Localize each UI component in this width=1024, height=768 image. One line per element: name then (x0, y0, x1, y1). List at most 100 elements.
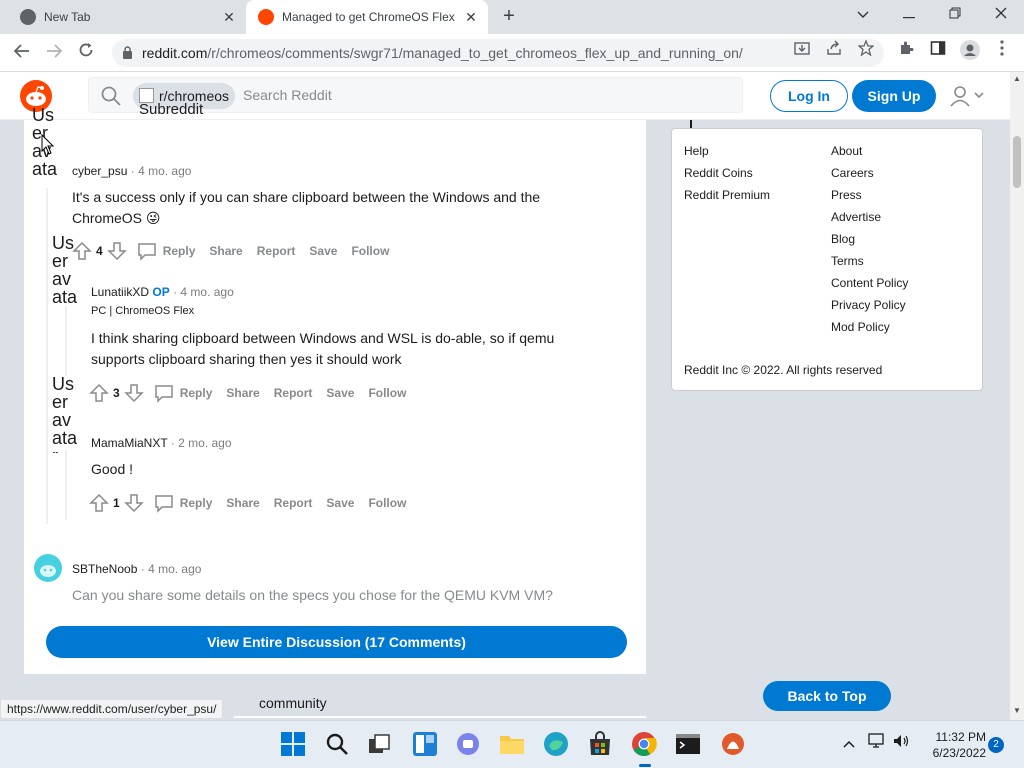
follow-button[interactable]: Follow (368, 496, 406, 510)
file-explorer-icon[interactable] (499, 731, 525, 757)
link-about[interactable]: About (831, 144, 862, 158)
tab-new-tab[interactable]: New Tab ✕ (0, 0, 246, 34)
mouse-cursor-icon (41, 134, 54, 155)
view-entire-discussion-button[interactable]: View Entire Discussion (17 Comments) (46, 626, 627, 658)
avatar[interactable] (34, 554, 62, 582)
notification-badge[interactable]: 2 (988, 737, 1004, 753)
report-button[interactable]: Report (257, 244, 296, 258)
app-icon[interactable] (720, 731, 746, 757)
minimize-icon[interactable] (886, 0, 932, 30)
terminal-icon[interactable] (675, 731, 701, 757)
comment-time[interactable]: 4 mo. ago (148, 562, 201, 576)
restore-icon[interactable] (932, 0, 978, 30)
downvote-icon[interactable] (123, 383, 144, 403)
chevron-down-icon[interactable] (840, 0, 886, 30)
comment-author[interactable]: LunatiikXD (91, 285, 149, 299)
comment-author[interactable]: cyber_psu (72, 164, 127, 178)
install-app-icon[interactable] (790, 40, 814, 64)
comment-author[interactable]: SBTheNoob (72, 562, 137, 576)
link-reddit-premium[interactable]: Reddit Premium (684, 188, 770, 202)
system-clock[interactable]: 11:32 PM 6/23/2022 (916, 729, 986, 761)
upvote-icon[interactable] (89, 383, 109, 403)
copyright-text: Reddit Inc © 2022. All rights reserved (684, 363, 883, 377)
scrollbar-thumb[interactable] (1013, 136, 1021, 188)
signup-button[interactable]: Sign Up (852, 80, 936, 112)
windows-taskbar: 11:32 PM 6/23/2022 2 (0, 720, 1024, 768)
follow-button[interactable]: Follow (351, 244, 389, 258)
share-button[interactable]: Share (209, 244, 242, 258)
reddit-header: r/chromeos Subreddit Icon Search Reddit … (0, 72, 1010, 134)
close-icon[interactable]: ✕ (460, 9, 482, 26)
link-terms[interactable]: Terms (831, 254, 864, 268)
profile-icon[interactable] (958, 40, 982, 64)
link-press[interactable]: Press (831, 188, 862, 202)
share-icon[interactable] (822, 40, 846, 64)
extensions-icon[interactable] (894, 40, 918, 64)
volume-icon[interactable] (892, 733, 910, 752)
comment-time[interactable]: 4 mo. ago (180, 285, 233, 299)
downvote-icon[interactable] (123, 493, 144, 513)
link-content-policy[interactable]: Content Policy (831, 276, 908, 290)
link-blog[interactable]: Blog (831, 232, 855, 246)
bookmark-star-icon[interactable] (854, 39, 878, 64)
link-advertise[interactable]: Advertise (831, 210, 881, 224)
tab-reddit-post[interactable]: Managed to get ChromeOS Flex ✕ (246, 0, 488, 34)
comment-body: Can you share some details on the specs … (72, 587, 553, 603)
chrome-icon[interactable] (631, 731, 657, 757)
search-icon[interactable] (324, 731, 350, 757)
reply-button[interactable]: Reply (154, 493, 212, 513)
save-button[interactable]: Save (326, 496, 354, 510)
thread-line[interactable] (65, 306, 67, 376)
windows-start-icon[interactable] (280, 731, 306, 757)
microsoft-store-icon[interactable] (587, 731, 613, 757)
comment-actions: 1 Reply Share Report Save Follow (89, 492, 406, 514)
user-menu-dropdown[interactable] (948, 84, 990, 108)
task-view-icon[interactable] (366, 731, 392, 757)
share-button[interactable]: Share (226, 496, 259, 510)
network-icon[interactable] (868, 733, 886, 752)
close-window-icon[interactable] (978, 0, 1024, 30)
link-reddit-coins[interactable]: Reddit Coins (684, 166, 753, 180)
save-button[interactable]: Save (326, 386, 354, 400)
reload-icon[interactable] (73, 41, 99, 65)
link-help[interactable]: Help (684, 144, 709, 158)
search-input[interactable]: Search Reddit (243, 87, 332, 103)
share-button[interactable]: Share (226, 386, 259, 400)
new-tab-button[interactable]: + (498, 6, 520, 28)
report-button[interactable]: Report (274, 386, 313, 400)
login-button[interactable]: Log In (770, 80, 848, 112)
teams-chat-icon[interactable] (455, 731, 481, 757)
close-icon[interactable]: ✕ (218, 9, 240, 26)
reply-button[interactable]: Reply (137, 241, 195, 261)
scroll-down-arrow-icon[interactable]: ▼ (1010, 706, 1024, 715)
save-button[interactable]: Save (309, 244, 337, 258)
edge-browser-icon[interactable] (543, 731, 569, 757)
chevron-up-icon[interactable] (843, 735, 855, 751)
reply-button[interactable]: Reply (154, 383, 212, 403)
link-mod-policy[interactable]: Mod Policy (831, 320, 890, 334)
back-to-top-button[interactable]: Back to Top (763, 681, 891, 711)
kebab-menu-icon[interactable] (990, 40, 1014, 64)
comment-time[interactable]: 2 mo. ago (178, 436, 231, 450)
avatar[interactable]: User avatar (52, 375, 80, 453)
follow-button[interactable]: Follow (368, 386, 406, 400)
widgets-icon[interactable] (412, 731, 438, 757)
back-arrow-icon[interactable] (9, 41, 35, 65)
comment-meta: LunatiikXD OP · 4 mo. ago (91, 285, 234, 299)
upvote-icon[interactable] (89, 493, 109, 513)
link-careers[interactable]: Careers (831, 166, 874, 180)
page-scrollbar[interactable]: ▲ ▼ (1010, 72, 1024, 720)
side-panel-icon[interactable] (926, 40, 950, 64)
comment-time[interactable]: 4 mo. ago (138, 164, 191, 178)
link-privacy-policy[interactable]: Privacy Policy (831, 298, 906, 312)
comment-author[interactable]: MamaMiaNXT (91, 436, 167, 450)
forward-arrow-icon[interactable] (41, 41, 67, 65)
thread-line[interactable] (46, 188, 48, 524)
search-bar[interactable]: r/chromeos Subreddit Icon Search Reddit (88, 77, 743, 134)
downvote-icon[interactable] (106, 241, 127, 261)
scroll-up-arrow-icon[interactable]: ▲ (1010, 74, 1024, 83)
thread-line[interactable] (65, 450, 67, 520)
avatar[interactable]: User avatar (52, 234, 80, 310)
address-bar[interactable]: reddit.com/r/chromeos/comments/swgr71/ma… (112, 39, 884, 67)
report-button[interactable]: Report (274, 496, 313, 510)
